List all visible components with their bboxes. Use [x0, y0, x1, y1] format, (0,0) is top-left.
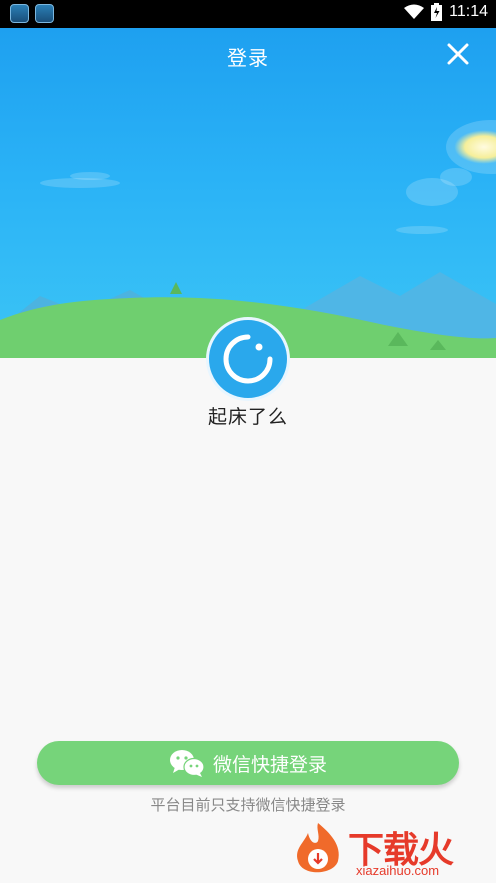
app-logo-icon [206, 317, 290, 401]
status-right: 11:14 [404, 3, 488, 21]
battery-icon [431, 3, 443, 21]
wechat-icon [169, 750, 205, 777]
page-title: 登录 [227, 46, 269, 70]
close-icon[interactable] [444, 40, 472, 68]
watermark-flame-icon [297, 823, 339, 873]
status-time: 11:14 [449, 3, 488, 20]
landscape-hills [0, 272, 496, 358]
status-notification-icons [10, 4, 54, 23]
watermark-url: xiazaihuo.com [356, 863, 440, 878]
wechat-login-label: 微信快捷登录 [212, 753, 327, 776]
wechat-login-button[interactable]: 微信快捷登录 [37, 741, 459, 785]
login-note: 平台目前只支持微信快捷登录 [150, 796, 346, 814]
watermark: 下载火 xiazaihuo.com [286, 819, 496, 883]
wifi-icon [404, 4, 425, 19]
notification-app-icon [35, 4, 54, 23]
notification-app-icon [10, 4, 29, 23]
app-name: 起床了么 [207, 406, 288, 428]
login-header-banner: 登录 [0, 28, 496, 358]
status-bar: 11:14 [0, 0, 496, 28]
